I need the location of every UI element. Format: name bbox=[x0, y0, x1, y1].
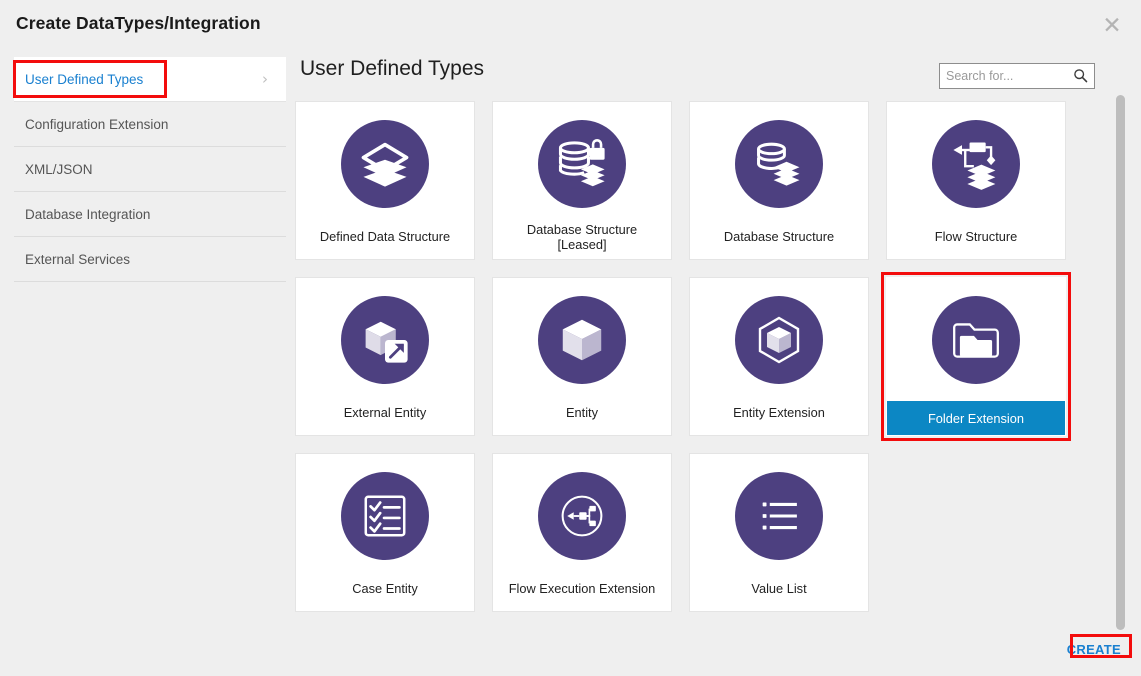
search-icon[interactable] bbox=[1073, 68, 1088, 83]
sidebar-item-configuration-extension[interactable]: Configuration Extension bbox=[14, 102, 286, 147]
card-folder-extension[interactable]: Folder Extension bbox=[886, 277, 1066, 436]
card-flow-execution-extension[interactable]: Flow Execution Extension bbox=[492, 453, 672, 612]
cube-arrow-icon bbox=[341, 296, 429, 384]
card-value-list[interactable]: Value List bbox=[689, 453, 869, 612]
card-label: Database Structure [Leased] bbox=[526, 221, 638, 252]
page-title: User Defined Types bbox=[300, 57, 485, 80]
sidebar-item-external-services[interactable]: External Services bbox=[14, 237, 286, 282]
card-label: Value List bbox=[751, 581, 807, 596]
card-label: Folder Extension bbox=[887, 401, 1065, 435]
list-icon bbox=[735, 472, 823, 560]
sidebar-item-label: XML/JSON bbox=[25, 162, 93, 177]
checklist-icon bbox=[341, 472, 429, 560]
card-label: Flow Execution Extension bbox=[508, 581, 656, 596]
card-entity[interactable]: Entity bbox=[492, 277, 672, 436]
sidebar: User Defined Types › Configuration Extensi… bbox=[14, 57, 286, 282]
card-flow-structure[interactable]: Flow Structure bbox=[886, 101, 1066, 260]
database-lock-icon bbox=[538, 120, 626, 208]
sidebar-item-xml-json[interactable]: XML/JSON bbox=[14, 147, 286, 192]
card-label: External Entity bbox=[343, 405, 427, 420]
layers-icon bbox=[341, 120, 429, 208]
folder-icon bbox=[932, 296, 1020, 384]
flow-circle-icon bbox=[538, 472, 626, 560]
scrollbar-thumb[interactable] bbox=[1116, 95, 1125, 630]
card-label: Defined Data Structure bbox=[319, 229, 451, 244]
search-input[interactable] bbox=[940, 64, 1080, 88]
cube-hexagon-icon bbox=[735, 296, 823, 384]
search-box[interactable] bbox=[939, 63, 1095, 89]
cube-icon bbox=[538, 296, 626, 384]
card-label: Flow Structure bbox=[934, 229, 1018, 244]
card-database-structure-leased[interactable]: Database Structure [Leased] bbox=[492, 101, 672, 260]
sidebar-item-label: Database Integration bbox=[25, 207, 151, 222]
dialog-footer: CREATE bbox=[0, 630, 1141, 676]
content-header: User Defined Types bbox=[295, 50, 1123, 98]
close-icon[interactable]: ✕ bbox=[1099, 14, 1125, 40]
card-label: Database Structure bbox=[723, 229, 835, 244]
dialog-title: Create DataTypes/Integration bbox=[16, 13, 261, 33]
card-database-structure[interactable]: Database Structure bbox=[689, 101, 869, 260]
card-label: Entity bbox=[565, 405, 598, 420]
sidebar-item-label: External Services bbox=[25, 252, 131, 267]
chevron-right-icon: › bbox=[262, 70, 268, 88]
sidebar-item-label: Configuration Extension bbox=[25, 117, 169, 132]
create-datatypes-dialog: Create DataTypes/Integration ✕ User Defi… bbox=[0, 0, 1141, 676]
card-defined-data-structure[interactable]: Defined Data Structure bbox=[295, 101, 475, 260]
card-label: Case Entity bbox=[352, 581, 418, 596]
datatype-card-grid: Defined Data Structure Database Structure… bbox=[295, 101, 1123, 630]
sidebar-item-user-defined-types[interactable]: User Defined Types › bbox=[14, 57, 286, 102]
card-case-entity[interactable]: Case Entity bbox=[295, 453, 475, 612]
card-external-entity[interactable]: External Entity bbox=[295, 277, 475, 436]
database-layers-icon bbox=[735, 120, 823, 208]
flow-layers-icon bbox=[932, 120, 1020, 208]
card-entity-extension[interactable]: Entity Extension bbox=[689, 277, 869, 436]
sidebar-item-database-integration[interactable]: Database Integration bbox=[14, 192, 286, 237]
content-pane: User Defined Types Defined Data Structur… bbox=[295, 50, 1123, 630]
create-button[interactable]: CREATE bbox=[1061, 638, 1127, 661]
sidebar-item-label: User Defined Types bbox=[25, 72, 144, 87]
content-scrollbar[interactable] bbox=[1116, 95, 1125, 630]
card-label: Entity Extension bbox=[733, 405, 825, 420]
